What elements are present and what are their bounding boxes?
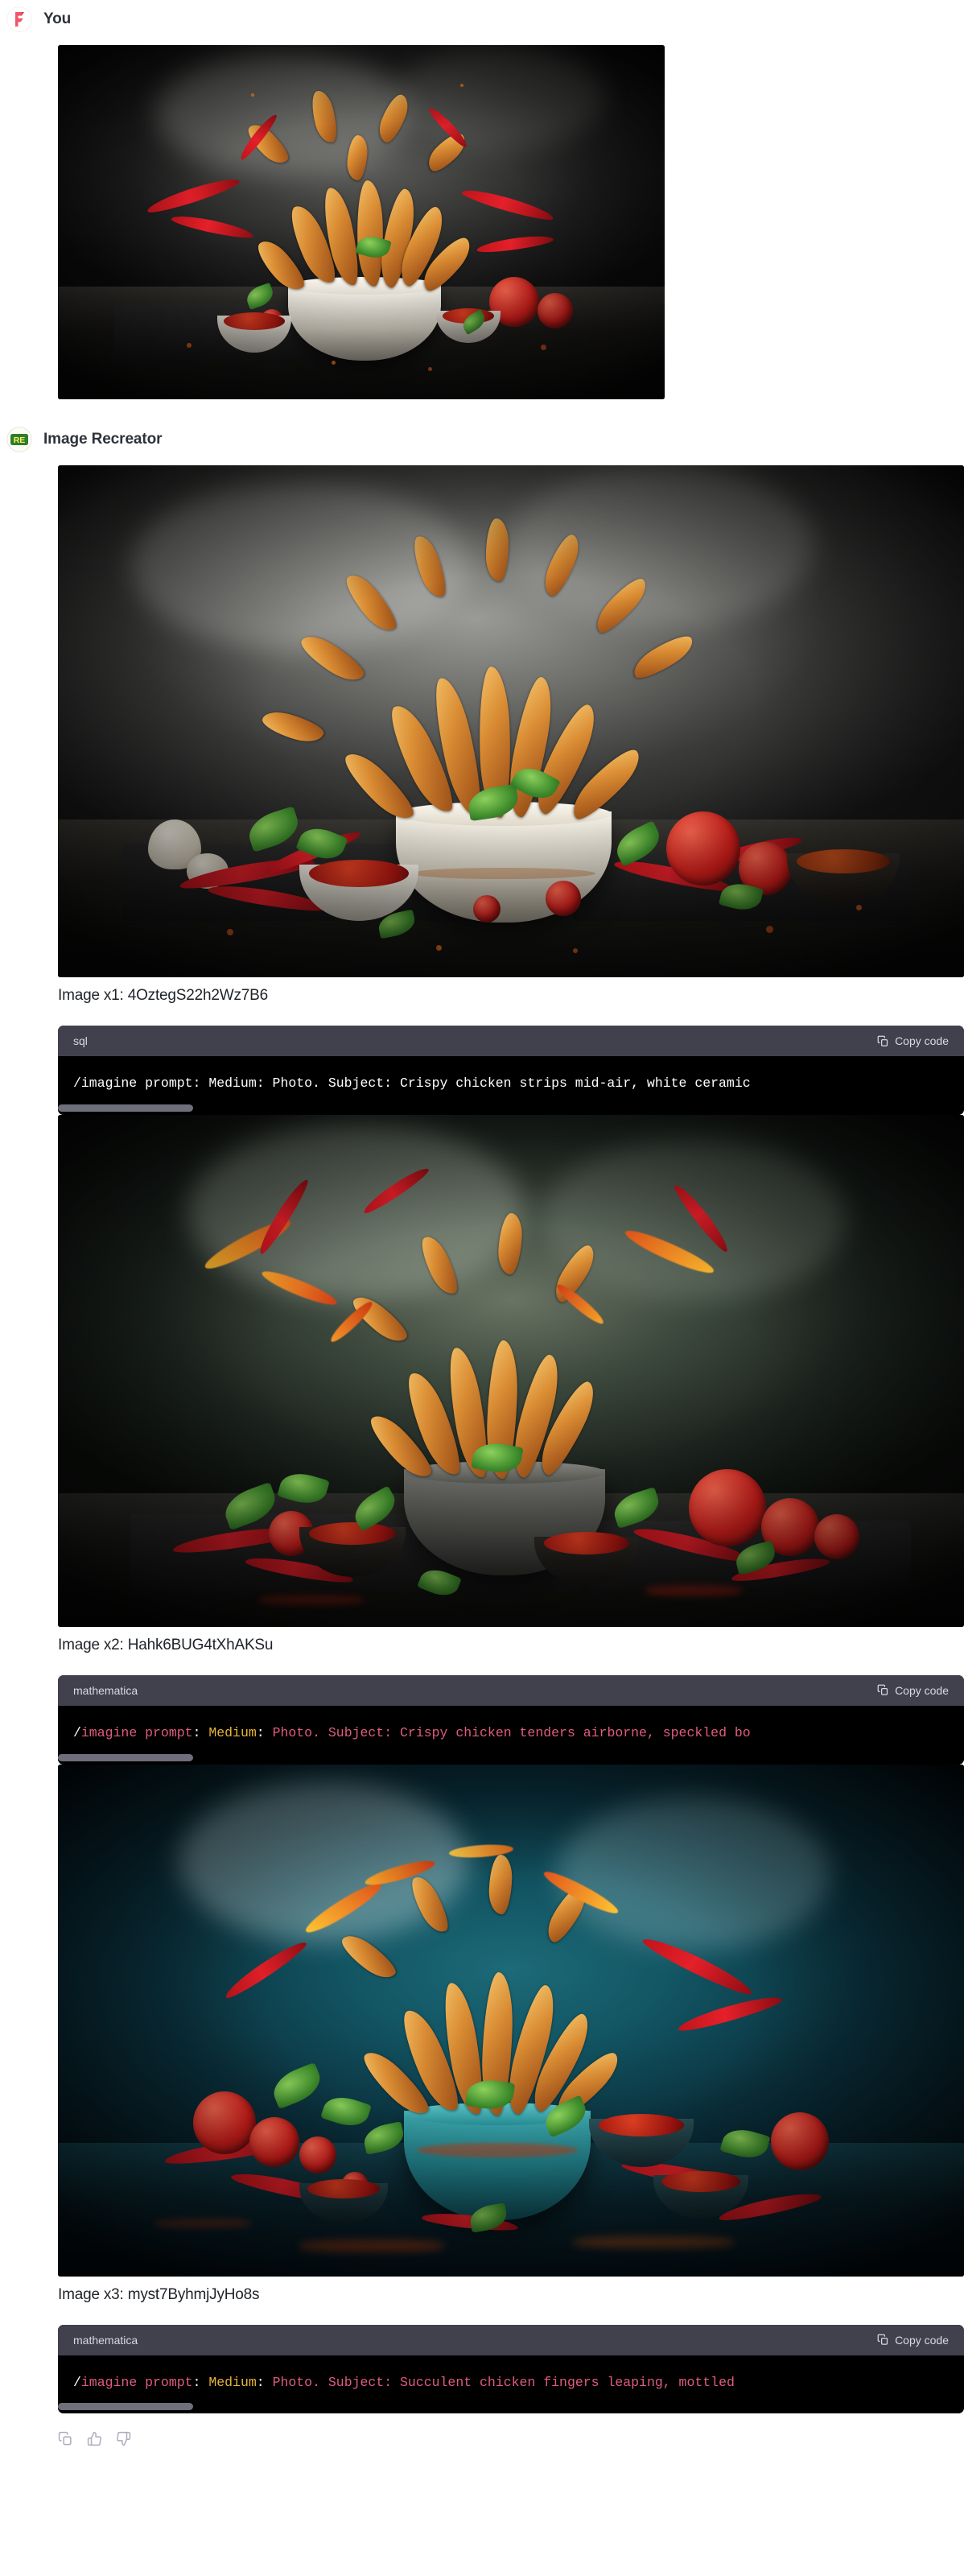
scrollbar-thumb[interactable] xyxy=(58,1753,193,1761)
code-content-3[interactable]: /imagine prompt: Medium: Photo. Subject:… xyxy=(58,2355,964,2401)
message-action-bar xyxy=(0,2413,964,2446)
code-language-label: sql xyxy=(73,1034,88,1047)
code-language-label: mathematica xyxy=(73,2333,138,2347)
code-content-1[interactable]: /imagine prompt: Medium: Photo. Subject:… xyxy=(58,1056,964,1102)
message-header-user: You xyxy=(0,6,964,32)
generated-image-2[interactable] xyxy=(58,1114,964,1627)
message-user: You xyxy=(0,0,964,399)
image-caption-2: Image x2: Hahk6BUG4tXhAKSu xyxy=(58,1636,274,1653)
image-caption-3: Image x3: myst7ByhmjJyHo8s xyxy=(58,2285,260,2303)
copy-code-label: Copy code xyxy=(895,1683,949,1697)
code-content-2[interactable]: /imagine prompt: Medium: Photo. Subject:… xyxy=(58,1705,964,1752)
clipboard-icon xyxy=(877,1684,888,1695)
code-horizontal-scrollbar[interactable] xyxy=(58,1751,964,1765)
copy-code-button[interactable]: Copy code xyxy=(877,1684,949,1697)
scrollbar-thumb[interactable] xyxy=(58,1104,193,1112)
thumbs-up-button[interactable] xyxy=(87,2431,102,2446)
clipboard-icon xyxy=(877,2334,888,2345)
code-horizontal-scrollbar[interactable] xyxy=(58,2401,964,2414)
message-body-user xyxy=(0,32,964,399)
code-horizontal-scrollbar[interactable] xyxy=(58,1101,964,1115)
code-block-header: mathematica Copy code xyxy=(58,1674,964,1706)
avatar xyxy=(6,6,32,32)
message-author-name: You xyxy=(43,10,72,27)
code-block-3: mathematica Copy code /imagine prompt: M… xyxy=(58,2324,964,2414)
message-body-assistant: Image x1: 4OztegS22h2Wz7B6 sql Copy code… xyxy=(0,452,964,2414)
scrollbar-thumb[interactable] xyxy=(58,2403,193,2411)
avatar: RE xyxy=(6,427,32,452)
flowgpt-logo-icon xyxy=(6,6,32,32)
image-caption-1: Image x1: 4OztegS22h2Wz7B6 xyxy=(58,987,268,1004)
message-assistant: RE Image Recreator Image x1: 4OztegS22h2… xyxy=(0,399,964,2446)
generated-image-1[interactable] xyxy=(58,465,964,977)
re-logo-icon: RE xyxy=(6,427,32,452)
copy-code-button[interactable]: Copy code xyxy=(877,2334,949,2347)
conversation-thread: You RE Image Recreator Image x1: 4OztegS… xyxy=(0,0,964,2446)
message-header-assistant: RE Image Recreator xyxy=(0,427,964,452)
user-attached-image[interactable] xyxy=(58,45,665,399)
code-block-header: mathematica Copy code xyxy=(58,2324,964,2355)
message-author-name: Image Recreator xyxy=(43,431,163,448)
generated-image-3[interactable] xyxy=(58,1764,964,2277)
clipboard-icon xyxy=(877,1035,888,1046)
thumbs-up-icon xyxy=(87,2432,101,2446)
copy-code-label: Copy code xyxy=(895,2333,949,2347)
copy-code-label: Copy code xyxy=(895,1034,949,1047)
code-block-1: sql Copy code /imagine prompt: Medium: P… xyxy=(58,1026,964,1115)
code-language-label: mathematica xyxy=(73,1683,138,1697)
svg-text:RE: RE xyxy=(14,436,26,445)
copy-code-button[interactable]: Copy code xyxy=(877,1034,949,1047)
clipboard-icon xyxy=(58,2432,72,2446)
thumbs-down-button[interactable] xyxy=(116,2431,131,2446)
code-block-header: sql Copy code xyxy=(58,1026,964,1056)
thumbs-down-icon xyxy=(117,2432,131,2446)
copy-message-button[interactable] xyxy=(58,2431,73,2446)
code-block-2: mathematica Copy code /imagine prompt: M… xyxy=(58,1674,964,1765)
